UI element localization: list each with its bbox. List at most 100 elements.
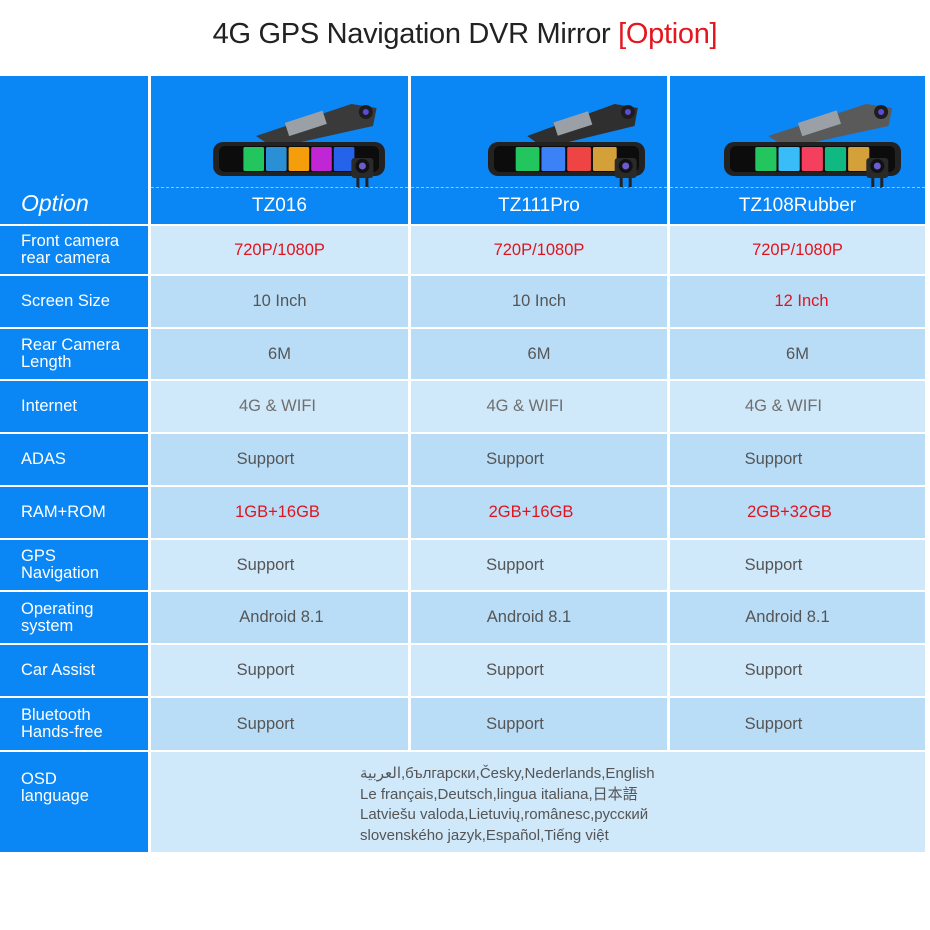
app-tile (592, 147, 617, 171)
app-tile (515, 147, 540, 171)
table-row: Operating system Android 8.1 Android 8.1 And… (0, 592, 925, 643)
spec-value-text: Support (486, 450, 544, 468)
app-tile (848, 147, 870, 171)
app-tile (266, 147, 287, 171)
table-row: Rear Camera Length 6M 6M 6M (0, 329, 925, 379)
table-row: Screen Size 10 Inch 10 Inch 12 Inch (0, 276, 925, 327)
osd-language-line: Latviešu valoda,Lietuvių,românesc,русски… (360, 806, 649, 823)
spec-value: Support (151, 645, 408, 696)
spec-value: 720P/1080P (411, 226, 667, 274)
product-column-header: TZ016 (151, 76, 408, 224)
product-column-header: TZ108Rubber (670, 76, 925, 224)
row-label-line: Car Assist (21, 661, 96, 679)
row-label-line: rear camera (21, 249, 110, 267)
spec-value: Support (670, 698, 925, 750)
app-tile (243, 147, 264, 171)
row-label-line: Length (21, 353, 72, 371)
table-header-row: Option TZ016 TZ111Pro TZ108Rubber (0, 76, 925, 224)
spec-value-text: 2GB+32GB (747, 503, 832, 521)
spec-value-text: 720P/1080P (493, 240, 585, 259)
osd-language-line: العربية,български,Česky,Nederlands,Engli… (360, 765, 655, 782)
front-camera-glass (624, 109, 631, 115)
spec-value: 4G & WIFI (670, 381, 925, 432)
row-label: Front camera rear camera (0, 226, 148, 274)
spec-value-text: 10 Inch (252, 292, 307, 310)
header-option-label: Option (0, 76, 148, 224)
spec-value: Support (670, 434, 925, 485)
spec-value: Support (411, 645, 667, 696)
spec-value-text: 6M (527, 344, 551, 363)
app-tile (778, 147, 800, 171)
app-tile (311, 147, 332, 171)
osd-language-row: OSD language العربية,български,Česky,Neder… (0, 752, 925, 852)
table-row: GPS Navigation Support Support Support (0, 540, 925, 590)
spec-value: Support (411, 698, 667, 750)
spec-value-text: Support (486, 661, 544, 679)
spec-value: 720P/1080P (670, 226, 925, 274)
row-label: Rear Camera Length (0, 329, 148, 379)
spec-value: 4G & WIFI (411, 381, 667, 432)
mirror-dashcam-image (486, 96, 651, 201)
row-label: Internet (0, 381, 148, 432)
table-row: ADAS Support Support Support (0, 434, 925, 485)
row-label: Car Assist (0, 645, 148, 696)
row-label-line: GPS (21, 547, 56, 565)
spec-value: 10 Inch (411, 276, 667, 327)
product-name: TZ016 (151, 187, 408, 224)
app-tile (801, 147, 823, 171)
row-label: Screen Size (0, 276, 148, 327)
spec-value: 6M (411, 329, 667, 379)
osd-language-list: العربية,български,Česky,Nederlands,Engli… (360, 764, 655, 846)
osd-language-value: العربية,български,Česky,Nederlands,Engli… (151, 752, 925, 852)
product-name: TZ108Rubber (670, 187, 925, 224)
front-camera-glass (362, 109, 369, 115)
rear-camera-glass (622, 162, 630, 170)
front-camera-glass (878, 109, 885, 115)
app-tile (567, 147, 591, 171)
spec-value-text: Support (744, 555, 803, 574)
app-tile (541, 147, 566, 171)
spec-value: Support (411, 434, 667, 485)
rear-camera-glass (358, 162, 366, 170)
table-row: Bluetooth Hands-free Support Support Support (0, 698, 925, 750)
spec-value: 1GB+16GB (151, 487, 408, 538)
spec-value-text: Support (236, 450, 295, 468)
row-label: RAM+ROM (0, 487, 148, 538)
row-label-line: ADAS (21, 450, 66, 468)
table-row: RAM+ROM 1GB+16GB 2GB+16GB 2GB+32GB (0, 487, 925, 538)
title-main: 4G GPS Navigation DVR Mirror (212, 18, 611, 50)
spec-value-text: Android 8.1 (239, 608, 324, 626)
spec-value: Support (670, 540, 925, 590)
osd-language-line: Le français,Deutsch,lingua italiana,日本語 (360, 785, 638, 803)
spec-value: Support (151, 540, 408, 590)
product-column-header: TZ111Pro (411, 76, 667, 224)
spec-value-text: 12 Inch (774, 292, 829, 310)
table-row: Internet 4G & WIFI 4G & WIFI 4G & WIFI (0, 381, 925, 432)
row-label-line: Operating (21, 599, 94, 618)
spec-value: Support (411, 540, 667, 590)
spec-value-text: 2GB+16GB (488, 503, 574, 521)
dashcam-illustration (724, 104, 901, 188)
spec-value: Support (151, 434, 408, 485)
row-label-line: language (21, 787, 89, 805)
row-label: GPS Navigation (0, 540, 148, 590)
spec-value-text: Android 8.1 (745, 608, 830, 626)
title-accent: [Option] (618, 18, 718, 50)
spec-value-text: Support (236, 661, 295, 679)
page-title: 4G GPS Navigation DVR Mirror [Option] (0, 18, 930, 51)
row-label: OSD language (0, 752, 148, 852)
spec-value: 10 Inch (151, 276, 408, 327)
spec-value-text: Support (744, 661, 803, 679)
spec-value-text: Android 8.1 (486, 608, 572, 626)
spec-value-text: 10 Inch (511, 292, 567, 310)
row-label: Bluetooth Hands-free (0, 698, 148, 750)
rear-camera-glass (873, 162, 881, 170)
row-label-line: OSD (21, 770, 57, 788)
spec-value: 720P/1080P (151, 226, 408, 274)
spec-value-text: Support (744, 450, 803, 468)
row-label-line: Navigation (21, 564, 99, 582)
spec-value: Android 8.1 (670, 592, 925, 643)
spec-value: 2GB+32GB (670, 487, 925, 538)
spec-value-text: Support (486, 555, 544, 574)
row-label-line: Hands-free (21, 723, 103, 741)
